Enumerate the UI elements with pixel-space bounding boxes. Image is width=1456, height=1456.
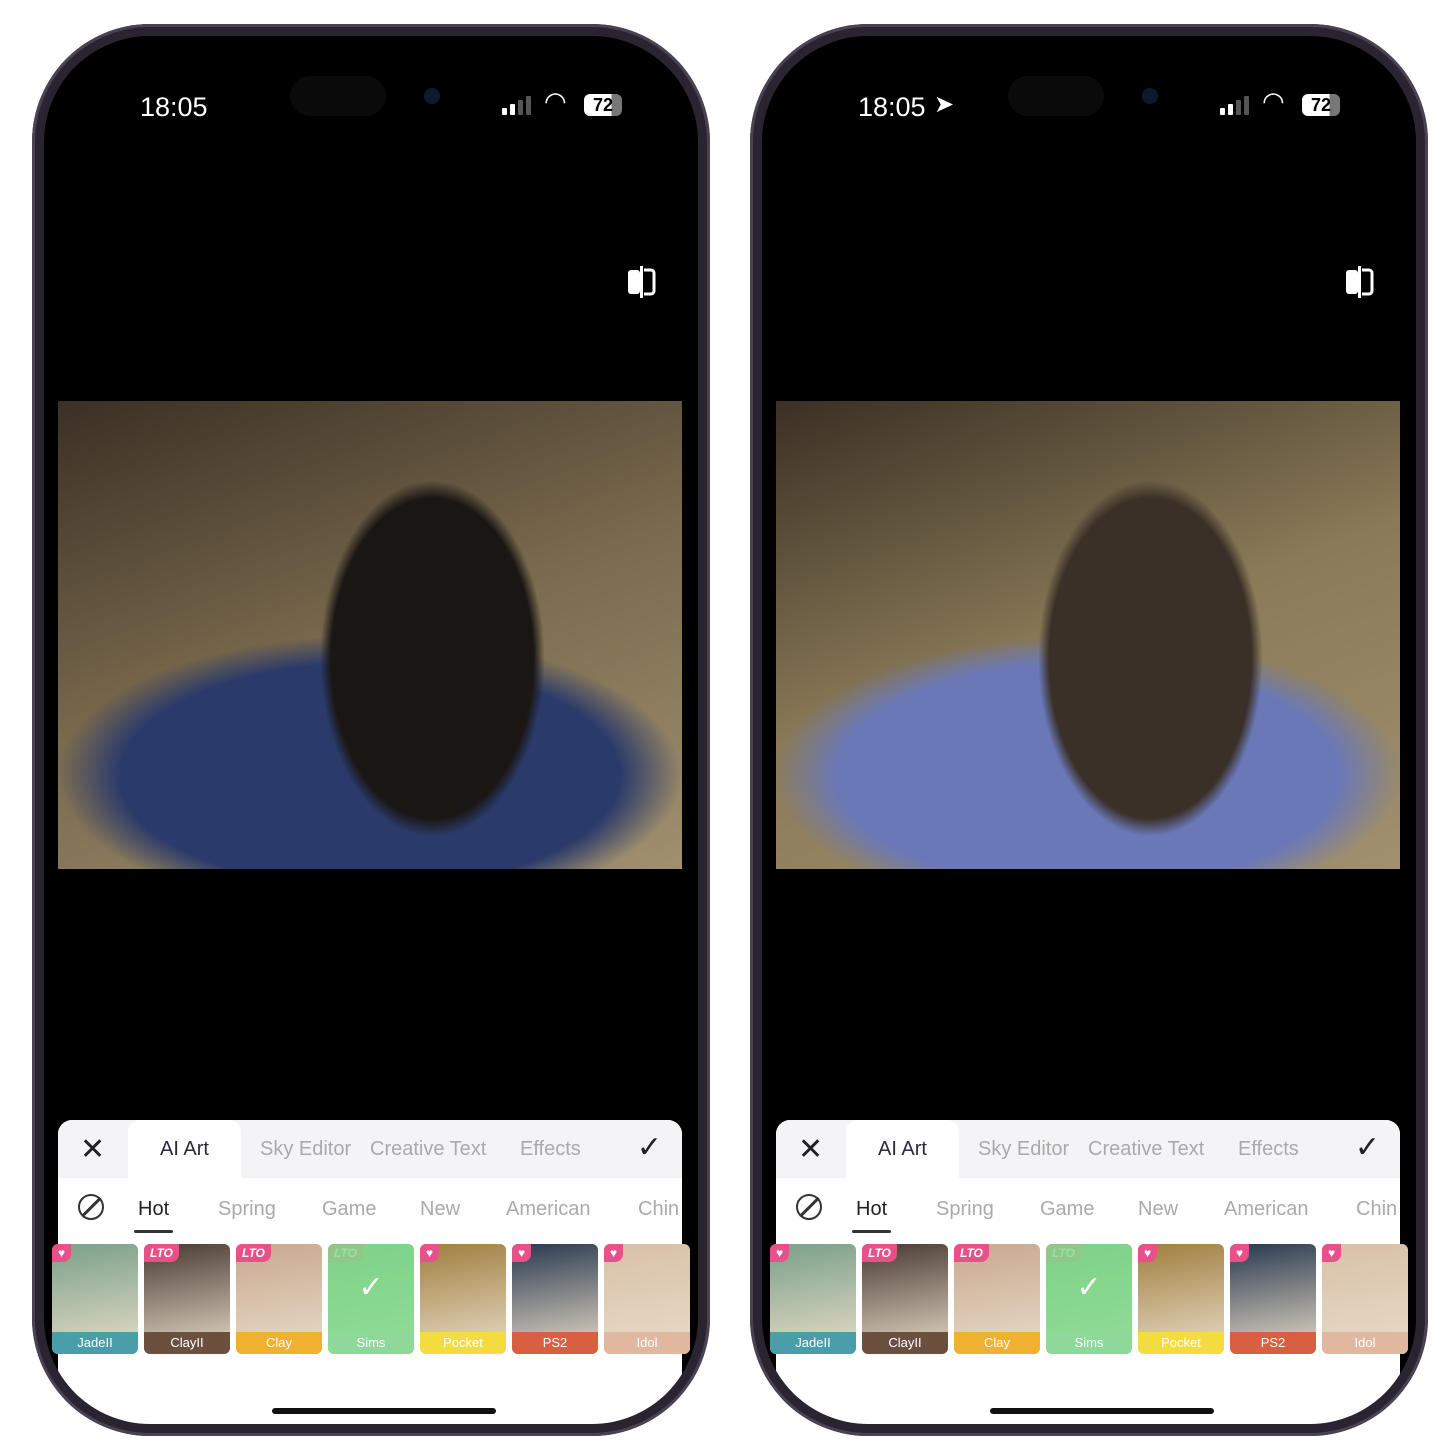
- category-hot[interactable]: Hot: [851, 1198, 892, 1233]
- style-label: Idol: [604, 1332, 690, 1354]
- style-sims[interactable]: LTO ✓ Sims: [1046, 1244, 1132, 1354]
- style-clayii[interactable]: LTO ClayII: [144, 1244, 230, 1354]
- heart-badge-icon: ♥: [512, 1244, 532, 1262]
- style-sims[interactable]: LTO ✓ Sims: [328, 1244, 414, 1354]
- close-icon[interactable]: ✕: [80, 1132, 105, 1167]
- style-pocket[interactable]: ♥ Pocket: [420, 1244, 506, 1354]
- wifi-icon: ◠: [1262, 86, 1285, 116]
- original-photo: [58, 401, 682, 869]
- compare-icon[interactable]: [626, 266, 656, 298]
- no-style-icon[interactable]: [78, 1194, 104, 1220]
- category-game[interactable]: Game: [1040, 1198, 1094, 1221]
- style-label: ClayII: [144, 1332, 230, 1354]
- tool-tabs: ✕ AI Art Sky Editor Creative Text Effects ✓: [58, 1120, 682, 1178]
- no-style-icon[interactable]: [796, 1194, 822, 1220]
- category-chin[interactable]: Chin: [638, 1198, 679, 1221]
- category-game[interactable]: Game: [322, 1198, 376, 1221]
- style-list: ♥ JadeII LTO ClayII LTO Clay LTO ✓ Sims …: [770, 1244, 1408, 1356]
- checkmark-icon[interactable]: ✓: [1355, 1130, 1380, 1165]
- style-label: Sims: [1046, 1332, 1132, 1354]
- edit-panel: ✕ AI Art Sky Editor Creative Text Effects ✓ H…: [770, 1120, 1408, 1424]
- style-label: ClayII: [862, 1332, 948, 1354]
- compare-icon[interactable]: [1344, 266, 1374, 298]
- heart-badge-icon: ♥: [1138, 1244, 1158, 1262]
- edit-panel: ✕ AI Art Sky Editor Creative Text Effects ✓ H…: [52, 1120, 690, 1424]
- tab-ai-art[interactable]: AI Art: [128, 1120, 241, 1178]
- location-arrow-icon: ➤: [934, 91, 955, 118]
- style-label: Clay: [954, 1332, 1040, 1354]
- tab-sky-editor[interactable]: Sky Editor: [978, 1138, 1069, 1161]
- heart-badge-icon: ♥: [770, 1244, 790, 1262]
- screen: 18:05 ➤ ◠ 72 ✕ AI Art Sky Editor Creative T…: [762, 36, 1416, 1424]
- style-pocket[interactable]: ♥ Pocket: [1138, 1244, 1224, 1354]
- tab-effects[interactable]: Effects: [520, 1138, 581, 1161]
- battery-icon: 72: [1302, 94, 1340, 116]
- style-label: Sims: [328, 1332, 414, 1354]
- style-idol[interactable]: ♥ Idol: [604, 1244, 690, 1354]
- category-new[interactable]: New: [1138, 1198, 1178, 1221]
- style-label: PS2: [512, 1332, 598, 1354]
- status-time: 18:05: [858, 92, 926, 122]
- dynamic-island: [1008, 76, 1104, 116]
- category-new[interactable]: New: [420, 1198, 460, 1221]
- category-spring[interactable]: Spring: [936, 1198, 994, 1221]
- lto-badge: LTO: [236, 1244, 271, 1262]
- style-label: Pocket: [1138, 1332, 1224, 1354]
- style-jadeii[interactable]: ♥ JadeII: [52, 1244, 138, 1354]
- checkmark-icon[interactable]: ✓: [637, 1130, 662, 1165]
- lto-badge: LTO: [954, 1244, 989, 1262]
- dynamic-island: [290, 76, 386, 116]
- heart-badge-icon: ♥: [604, 1244, 624, 1262]
- lto-badge: LTO: [144, 1244, 179, 1262]
- category-american[interactable]: American: [1224, 1198, 1308, 1221]
- home-indicator: [990, 1408, 1214, 1414]
- camera: [424, 88, 440, 104]
- style-ps2[interactable]: ♥ PS2: [512, 1244, 598, 1354]
- style-list: ♥ JadeII LTO ClayII LTO Clay LTO ✓ Sims …: [52, 1244, 690, 1356]
- style-jadeii[interactable]: ♥ JadeII: [770, 1244, 856, 1354]
- signal-icon: [502, 96, 531, 115]
- category-hot[interactable]: Hot: [133, 1198, 174, 1233]
- camera: [1142, 88, 1158, 104]
- category-american[interactable]: American: [506, 1198, 590, 1221]
- tab-sky-editor[interactable]: Sky Editor: [260, 1138, 351, 1161]
- style-label: JadeII: [770, 1332, 856, 1354]
- style-ps2[interactable]: ♥ PS2: [1230, 1244, 1316, 1354]
- tab-creative-text[interactable]: Creative Text: [1088, 1138, 1204, 1161]
- screen: 18:05 ◠ 72 ✕ AI Art Sky Editor Creative Tex…: [44, 36, 698, 1424]
- style-label: PS2: [1230, 1332, 1316, 1354]
- battery-icon: 72: [584, 94, 622, 116]
- heart-badge-icon: ♥: [420, 1244, 440, 1262]
- close-icon[interactable]: ✕: [798, 1132, 823, 1167]
- style-clayii[interactable]: LTO ClayII: [862, 1244, 948, 1354]
- style-label: JadeII: [52, 1332, 138, 1354]
- heart-badge-icon: ♥: [1230, 1244, 1250, 1262]
- status-time: 18:05: [140, 92, 208, 122]
- style-clay[interactable]: LTO Clay: [954, 1244, 1040, 1354]
- tab-creative-text[interactable]: Creative Text: [370, 1138, 486, 1161]
- phone-original: 18:05 ◠ 72 ✕ AI Art Sky Editor Creative Tex…: [32, 24, 710, 1436]
- style-clay[interactable]: LTO Clay: [236, 1244, 322, 1354]
- phone-result: 18:05 ➤ ◠ 72 ✕ AI Art Sky Editor Creative T…: [750, 24, 1428, 1436]
- home-indicator: [272, 1408, 496, 1414]
- style-label: Idol: [1322, 1332, 1408, 1354]
- heart-badge-icon: ♥: [52, 1244, 72, 1262]
- category-spring[interactable]: Spring: [218, 1198, 276, 1221]
- category-tabs: Hot Spring Game New American Chin: [776, 1178, 1400, 1244]
- style-label: Clay: [236, 1332, 322, 1354]
- lto-badge: LTO: [862, 1244, 897, 1262]
- category-tabs: Hot Spring Game New American Chin: [58, 1178, 682, 1244]
- heart-badge-icon: ♥: [1322, 1244, 1342, 1262]
- category-chin[interactable]: Chin: [1356, 1198, 1397, 1221]
- tab-effects[interactable]: Effects: [1238, 1138, 1299, 1161]
- signal-icon: [1220, 96, 1249, 115]
- wifi-icon: ◠: [544, 86, 567, 116]
- ai-art-photo: [776, 401, 1400, 869]
- style-idol[interactable]: ♥ Idol: [1322, 1244, 1408, 1354]
- tab-ai-art[interactable]: AI Art: [846, 1120, 959, 1178]
- tool-tabs: ✕ AI Art Sky Editor Creative Text Effects ✓: [776, 1120, 1400, 1178]
- style-label: Pocket: [420, 1332, 506, 1354]
